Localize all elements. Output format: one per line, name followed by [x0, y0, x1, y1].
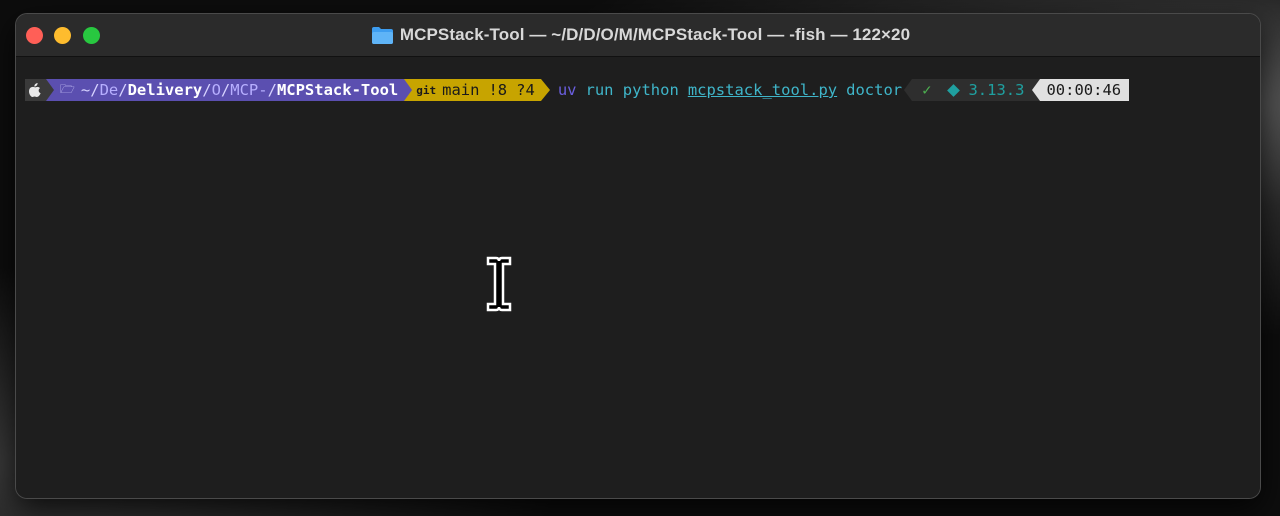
command-input[interactable]: uv run python mcpstack_tool.py doctor: [550, 79, 902, 101]
python-version: 3.13.3: [968, 81, 1025, 99]
terminal-window: MCPStack-Tool — ~/D/D/O/M/MCPStack-Tool …: [16, 14, 1260, 498]
segment-separator: [1032, 79, 1041, 101]
check-icon: ✓: [922, 81, 932, 99]
git-branch: main: [442, 81, 480, 99]
python-version-segment: 3.13.3: [941, 79, 1033, 101]
path-sep: /: [202, 81, 212, 99]
elapsed-time: 00:00:46: [1046, 81, 1122, 99]
path-sep: /: [220, 81, 231, 99]
ibeam-cursor-icon: [486, 256, 512, 312]
title-bar[interactable]: MCPStack-Tool — ~/D/D/O/M/MCPStack-Tool …: [16, 14, 1260, 57]
segment-separator: [540, 79, 550, 101]
shell-prompt-line: 🗁 ~/ De / Delivery / O / MCP- / MCPStack…: [25, 79, 1250, 101]
command-file[interactable]: mcpstack_tool.py: [688, 81, 837, 99]
git-untracked-count: ?4: [516, 81, 535, 99]
git-segment: git main !8 ?4: [412, 79, 541, 101]
path-sep: /: [118, 81, 128, 99]
git-icon: git: [416, 83, 437, 97]
path-part-mcp: MCP-: [230, 81, 268, 99]
segment-separator: [46, 79, 54, 101]
path-sep: /: [267, 81, 277, 99]
command-run-python: run python: [585, 81, 679, 99]
apple-icon: [29, 83, 41, 97]
segment-separator: [904, 79, 913, 101]
python-icon: [947, 83, 961, 97]
right-prompt: ✓ 3.13.3 00:00:46: [904, 79, 1130, 101]
folder-glyph: 🗁: [60, 81, 75, 96]
command-uv: uv: [557, 81, 577, 99]
path-part-de: De: [99, 81, 119, 99]
path-segment: 🗁 ~/ De / Delivery / O / MCP- / MCPStack…: [54, 79, 405, 101]
elapsed-time-segment: 00:00:46: [1040, 79, 1130, 101]
window-title: MCPStack-Tool — ~/D/D/O/M/MCPStack-Tool …: [399, 25, 911, 44]
path-part-o: O: [211, 81, 221, 99]
segment-separator: [404, 79, 413, 101]
git-modified-count: !8: [488, 81, 508, 99]
window-title-area: MCPStack-Tool — ~/D/D/O/M/MCPStack-Tool …: [16, 14, 1260, 56]
path-tilde: ~/: [80, 81, 100, 99]
path-part-delivery: Delivery: [127, 81, 203, 99]
status-ok: ✓: [912, 79, 942, 101]
path-part-current: MCPStack-Tool: [276, 81, 399, 99]
folder-icon: [371, 26, 393, 44]
terminal-content[interactable]: 🗁 ~/ De / Delivery / O / MCP- / MCPStack…: [16, 57, 1260, 498]
command-arg: doctor: [846, 81, 903, 99]
apple-segment: [25, 79, 46, 101]
